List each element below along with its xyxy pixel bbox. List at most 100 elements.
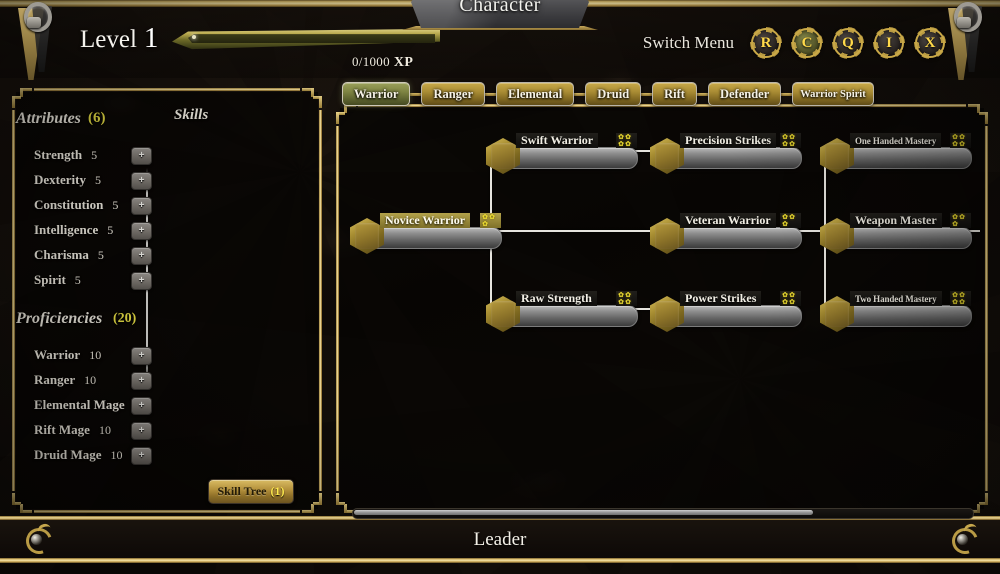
skill-tree-canvas[interactable]: Novice Warrior ✿ ✿ ✿ Swift Warrior ✿ ✿ ✿ ✿ Raw St… — [344, 112, 980, 497]
increase-attribute-button[interactable]: + — [131, 272, 152, 290]
tab-separator — [696, 92, 708, 96]
skill-node[interactable]: Veteran Warrior ✿ ✿ ✿ — [650, 213, 802, 254]
increase-proficiency-button[interactable]: + — [131, 447, 152, 465]
skill-node-label: Novice Warrior — [380, 213, 471, 228]
tab-ranger[interactable]: Ranger — [421, 82, 486, 106]
panel-frame-edge — [336, 126, 339, 491]
tab-warrior[interactable]: Warrior — [342, 82, 411, 106]
proficiency-value: 10 — [89, 347, 102, 362]
tab-druid[interactable]: Druid — [585, 82, 642, 106]
attribute-row: Strength 5 — [34, 146, 97, 164]
increase-attribute-button[interactable]: + — [131, 222, 152, 240]
switch-key-label: X — [924, 34, 936, 51]
skill-node[interactable]: Precision Strikes ✿ ✿ ✿ ✿ — [650, 133, 802, 174]
skill-pip-icon: ✿ — [782, 298, 788, 306]
proficiency-value: 10 — [110, 447, 123, 462]
attribute-row: Dexterity 5 — [34, 171, 101, 189]
attribute-name: Constitution — [34, 197, 104, 212]
increase-attribute-button[interactable]: + — [131, 147, 152, 165]
skill-pip-icon: ✿ — [625, 298, 631, 306]
increase-attribute-button[interactable]: + — [131, 247, 152, 265]
plus-icon: + — [138, 450, 145, 461]
skill-node-label: Veteran Warrior — [680, 213, 776, 228]
skill-tree-button[interactable]: Skill Tree (1) — [208, 479, 294, 504]
panel-frame-edge — [12, 110, 15, 491]
skill-node[interactable]: Swift Warrior ✿ ✿ ✿ ✿ — [486, 133, 638, 174]
tab-label: Elemental — [508, 86, 563, 101]
plus-icon: + — [138, 250, 145, 261]
increase-attribute-button[interactable]: + — [131, 197, 152, 215]
increase-proficiency-button[interactable]: + — [131, 372, 152, 390]
attribute-name: Strength — [34, 147, 83, 162]
xp-value: 0/1000 — [352, 54, 390, 69]
xp-unit: XP — [393, 55, 414, 70]
skills-heading: Skills — [174, 107, 209, 123]
level-label: Level — [80, 26, 137, 53]
skill-pip-icon: ✿ — [782, 140, 788, 148]
swirl-ornament-right-icon — [947, 522, 983, 559]
plus-icon: + — [138, 200, 145, 211]
proficiency-row: Druid Mage 10 — [34, 446, 123, 464]
tab-label: Druid — [597, 86, 630, 101]
plus-icon: + — [138, 150, 145, 161]
panel-frame-edge — [985, 126, 988, 491]
increase-attribute-button[interactable]: + — [131, 172, 152, 190]
attribute-row: Charisma 5 — [34, 246, 104, 264]
tab-separator — [485, 92, 497, 96]
switch-key-c[interactable]: C — [792, 28, 822, 58]
plus-icon: + — [138, 375, 145, 386]
skill-node-label: Weapon Master — [850, 213, 942, 228]
attribute-value: 5 — [74, 272, 81, 287]
skill-pip-icon: ✿ — [618, 298, 624, 306]
proficiency-name: Druid Mage — [34, 447, 102, 462]
scrollbar-thumb[interactable] — [354, 510, 813, 515]
switch-menu-label: Switch Menu — [642, 33, 734, 52]
tab-defender[interactable]: Defender — [707, 82, 782, 106]
tab-label: Ranger — [433, 86, 474, 101]
skill-node[interactable]: One Handed Mastery ✿ ✿ ✿ ✿ — [820, 133, 972, 174]
plus-icon: + — [138, 400, 145, 411]
skill-node-pips: ✿ ✿ ✿ ✿ — [616, 291, 637, 306]
skill-node[interactable]: Power Strikes ✿ ✿ ✿ ✿ — [650, 291, 802, 332]
skill-node[interactable]: Novice Warrior ✿ ✿ ✿ — [350, 213, 502, 254]
tab-warrior-spirit[interactable]: Warrior Spirit — [792, 82, 874, 106]
panel-frame-corner — [302, 493, 322, 513]
skill-node-pips: ✿ ✿ ✿ ✿ — [950, 133, 971, 148]
skill-pip-icon: ✿ — [952, 298, 958, 306]
proficiency-name: Rift Mage — [34, 422, 90, 437]
skill-pip-icon: ✿ — [482, 220, 488, 228]
skill-node-pips: ✿ ✿ ✿ — [780, 213, 801, 228]
tree-connector — [478, 230, 652, 232]
switch-key-r[interactable]: R — [751, 28, 781, 58]
skill-node[interactable]: Weapon Master ✿ ✿ ✿ — [820, 213, 972, 254]
increase-proficiency-button[interactable]: + — [131, 347, 152, 365]
proficiency-row: Elemental Mage10 — [34, 396, 146, 414]
attribute-row: Intelligence 5 — [34, 221, 113, 239]
switch-key-i[interactable]: I — [874, 28, 904, 58]
switch-menu: Switch Menu R C Q I X — [643, 28, 945, 58]
skill-pip-icon: ✿ — [952, 220, 958, 228]
level-display: Level 1 — [80, 22, 158, 55]
skill-pip-icon: ✿ — [789, 213, 795, 221]
skill-node-bar — [508, 305, 638, 327]
skill-node-label: Swift Warrior — [516, 133, 599, 148]
skill-node[interactable]: Raw Strength ✿ ✿ ✿ ✿ — [486, 291, 638, 332]
tab-elemental[interactable]: Elemental — [496, 82, 575, 106]
skill-node[interactable]: Two Handed Mastery ✿ ✿ ✿ ✿ — [820, 291, 972, 332]
increase-proficiency-button[interactable]: + — [131, 397, 152, 415]
skill-node-bar — [842, 305, 972, 327]
proficiencies-heading: Proficiencies — [16, 310, 103, 327]
attribute-name: Charisma — [34, 247, 89, 262]
switch-key-q[interactable]: Q — [833, 28, 863, 58]
attribute-value: 5 — [107, 222, 114, 237]
proficiency-row: Ranger 10 — [34, 371, 96, 389]
increase-proficiency-button[interactable]: + — [131, 422, 152, 440]
skill-node-pips: ✿ ✿ ✿ ✿ — [950, 291, 971, 306]
skill-pip-icon: ✿ — [959, 140, 965, 148]
xp-bar — [172, 28, 440, 50]
tab-rift[interactable]: Rift — [652, 82, 697, 106]
proficiency-name: Ranger — [34, 372, 76, 387]
skill-node-pips: ✿ ✿ ✿ ✿ — [616, 133, 637, 148]
skill-tree-scrollbar[interactable] — [352, 508, 974, 519]
skill-pip-icon: ✿ — [959, 213, 965, 221]
